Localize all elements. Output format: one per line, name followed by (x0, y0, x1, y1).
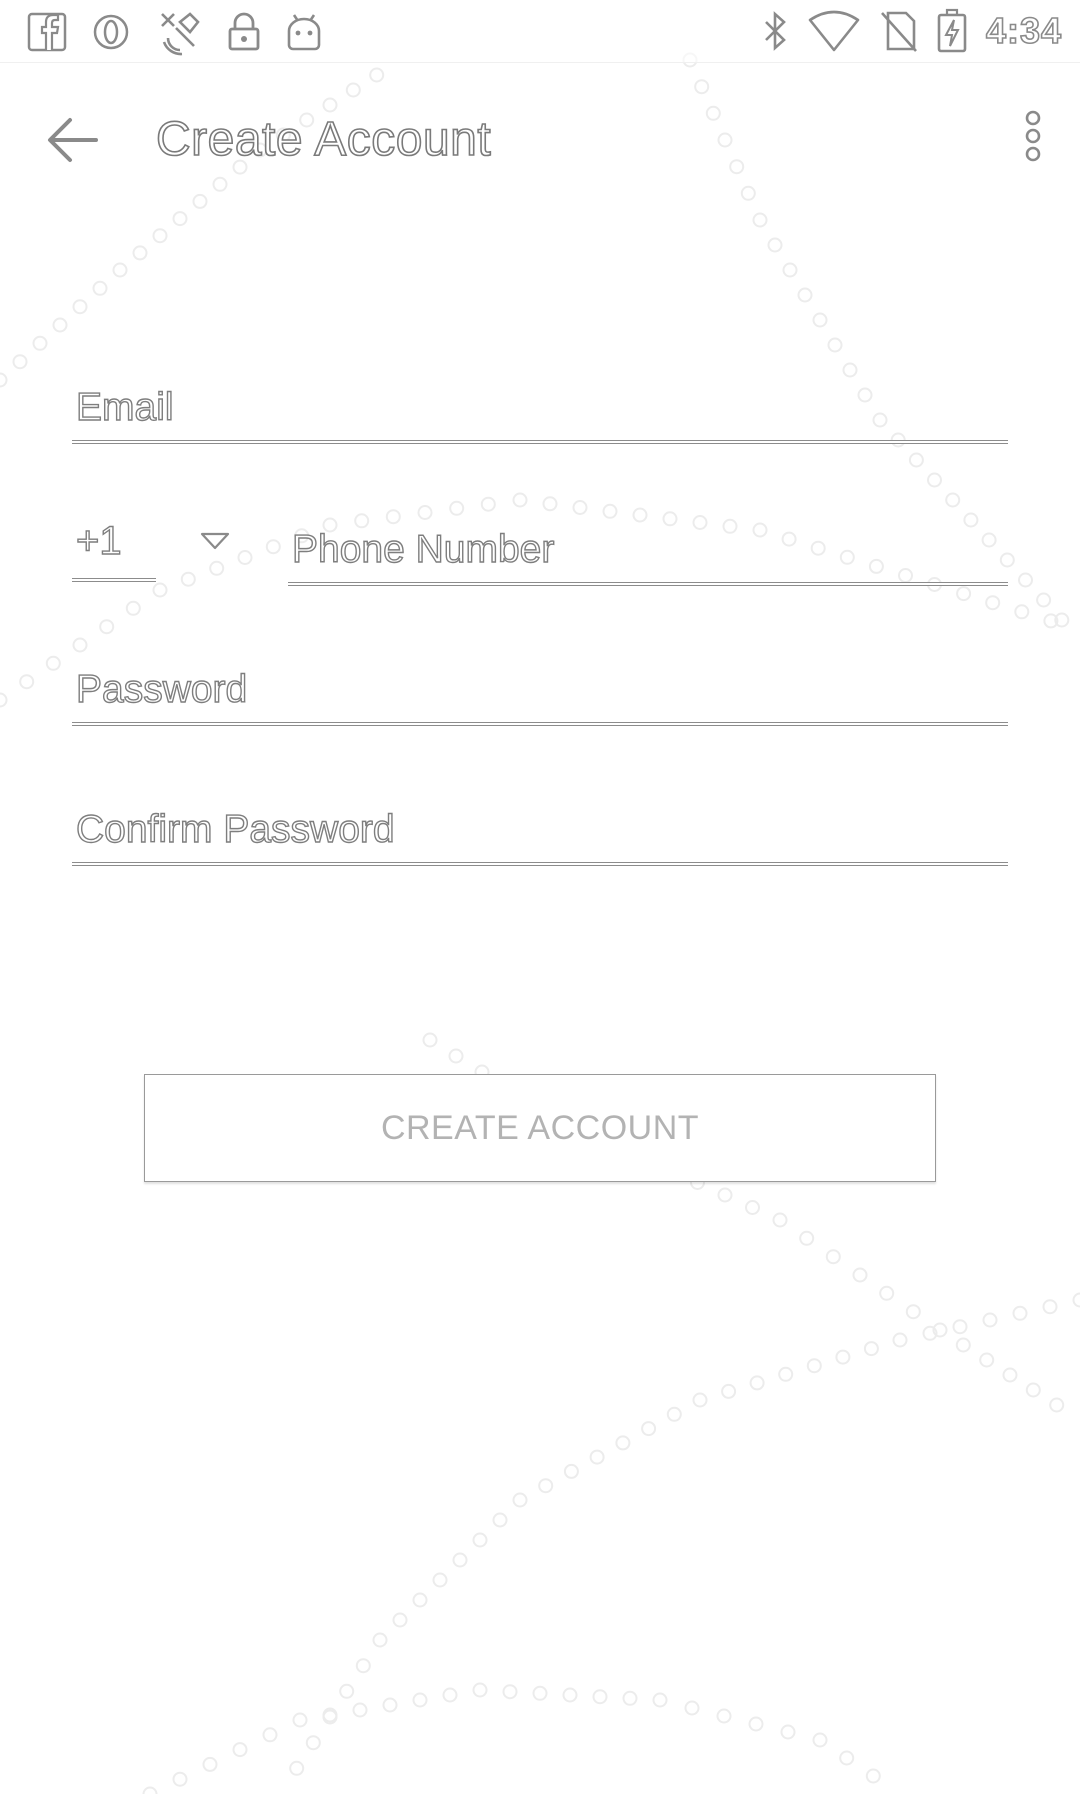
opera-icon (90, 11, 132, 53)
password-field-label: Password (75, 667, 248, 711)
wifi-icon (808, 10, 860, 52)
more-options-button[interactable] (1008, 106, 1058, 166)
create-account-button[interactable]: CREATE ACCOUNT (144, 1074, 936, 1182)
confirm-password-field[interactable]: Confirm Password (72, 806, 1008, 866)
country-code-dropdown-button[interactable] (200, 532, 230, 550)
country-code-underline (72, 578, 156, 582)
status-bar-notifications (26, 8, 324, 56)
back-button[interactable] (38, 110, 108, 170)
phone-number-field[interactable]: Phone Number (288, 526, 1008, 586)
password-field-underline (72, 722, 1008, 726)
country-code-value: +1 (75, 518, 122, 563)
password-field[interactable]: Password (72, 666, 1008, 726)
lock-icon (226, 11, 262, 53)
background-dot-pattern (0, 52, 1080, 1794)
facebook-icon (26, 11, 68, 53)
arrow-back-icon (48, 118, 98, 162)
status-bar: 4:34 (0, 0, 1080, 63)
country-code-selector[interactable]: +1 (72, 518, 156, 582)
app-bar: Create Account (0, 62, 1080, 212)
status-time: 4:34 (985, 9, 1062, 52)
more-vert-icon (1025, 110, 1041, 162)
page-title: Create Account (155, 112, 492, 167)
email-field-underline (72, 440, 1008, 444)
satellite-icon (154, 8, 204, 56)
email-field[interactable]: Email (72, 384, 1008, 444)
status-bar-system: 4:34 (760, 8, 1062, 54)
confirm-password-field-underline (72, 862, 1008, 866)
android-icon (284, 11, 324, 53)
create-account-screen: 4:34 Create Account Email +1 Phone Numbe… (0, 0, 1080, 1794)
phone-number-field-label: Phone Number (291, 527, 555, 571)
battery-charging-icon (936, 8, 968, 54)
triangle-down-icon (200, 532, 230, 550)
create-account-button-label: CREATE ACCOUNT (380, 1108, 700, 1147)
bluetooth-icon (760, 10, 790, 52)
confirm-password-field-label: Confirm Password (75, 807, 395, 851)
no-sim-icon (878, 9, 918, 53)
email-field-label: Email (75, 385, 174, 429)
phone-number-field-underline (288, 582, 1008, 586)
